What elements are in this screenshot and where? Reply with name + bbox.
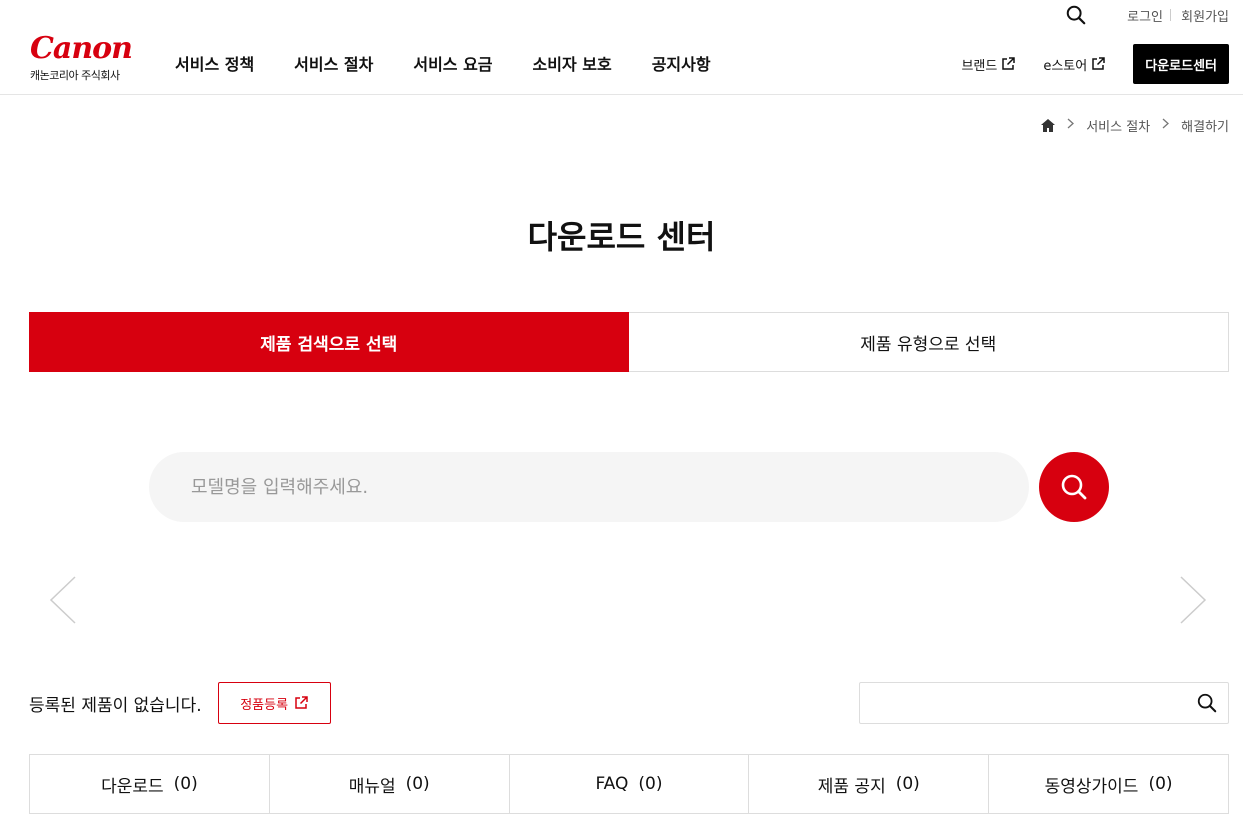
product-registration-button[interactable]: 정품등록	[217, 682, 331, 724]
tab-download[interactable]: 다운로드 (0)	[30, 755, 270, 813]
tab-count: (0)	[895, 774, 920, 794]
page-title: 다운로드 센터	[527, 218, 716, 256]
brand-link[interactable]: 브랜드	[961, 55, 1016, 74]
tab-count: (0)	[173, 774, 198, 794]
tab-label: FAQ	[595, 774, 629, 794]
tab-count: (0)	[638, 774, 663, 794]
logo-subtitle: 캐논코리아 주식회사	[30, 69, 120, 82]
selection-tabs: 제품 검색으로 선택 제품 유형으로 선택	[29, 312, 1229, 372]
tab-search-by-product[interactable]: 제품 검색으로 선택	[29, 312, 629, 372]
tab-faq[interactable]: FAQ (0)	[510, 755, 750, 813]
model-search-box	[149, 452, 1029, 522]
tab-label: 매뉴얼	[348, 776, 396, 797]
tab-count: (0)	[405, 774, 430, 794]
no-product-message: 등록된 제품이 없습니다.	[29, 695, 202, 716]
chevron-left-icon[interactable]	[48, 575, 78, 625]
product-registration-label: 정품등록	[240, 697, 289, 713]
breadcrumb: 서비스 절차 해결하기	[1041, 116, 1229, 135]
content-filter-box	[859, 682, 1229, 724]
join-link[interactable]: 회원가입	[1181, 6, 1229, 25]
canon-logo[interactable]: Canon 캐논코리아 주식회사	[30, 31, 142, 83]
global-navigation: Canon 캐논코리아 주식회사 서비스 정책 서비스 절차 서비스 요금 소비…	[0, 30, 1243, 95]
estore-link[interactable]: e스토어	[1043, 55, 1105, 74]
utility-divider	[1170, 9, 1171, 21]
login-link[interactable]: 로그인	[1127, 6, 1163, 25]
external-link-icon	[295, 696, 308, 709]
brand-link-label: 브랜드	[961, 58, 998, 74]
menu-service-process[interactable]: 서비스 절차	[294, 51, 373, 75]
content-filter-input[interactable]	[860, 683, 1180, 723]
home-icon[interactable]	[1041, 119, 1056, 132]
tab-product-notice[interactable]: 제품 공지 (0)	[749, 755, 990, 813]
utility-bar: 로그인 회원가입	[829, 0, 1229, 30]
chevron-right-icon	[1162, 118, 1170, 133]
logo-wordmark: Canon	[30, 31, 133, 66]
menu-consumer-protection[interactable]: 소비자 보호	[533, 51, 612, 75]
registration-row: 등록된 제품이 없습니다. 정품등록	[29, 682, 331, 724]
external-link-icon	[1092, 57, 1105, 70]
breadcrumb-current: 해결하기	[1181, 120, 1229, 135]
tab-video-guide[interactable]: 동영상가이드 (0)	[989, 755, 1228, 813]
menu-notice[interactable]: 공지사항	[652, 51, 711, 75]
content-tabs: 다운로드 (0) 매뉴얼 (0) FAQ (0) 제품 공지 (0) 동영상가이…	[29, 754, 1229, 814]
estore-link-label: e스토어	[1043, 58, 1088, 74]
main-menu: 서비스 정책 서비스 절차 서비스 요금 소비자 보호 공지사항	[155, 30, 751, 95]
tab-label: 다운로드	[101, 776, 164, 797]
chevron-right-icon	[1067, 118, 1075, 133]
search-icon	[1061, 474, 1087, 500]
tab-select-by-type[interactable]: 제품 유형으로 선택	[628, 312, 1229, 372]
menu-service-fee[interactable]: 서비스 요금	[413, 51, 492, 75]
model-search-button[interactable]	[1039, 452, 1109, 522]
chevron-right-icon[interactable]	[1178, 575, 1208, 625]
breadcrumb-item[interactable]: 서비스 절차	[1086, 116, 1150, 135]
search-icon[interactable]	[1065, 4, 1087, 26]
tab-label: 동영상가이드	[1044, 776, 1139, 797]
gnb-right-links: 브랜드 e스토어 다운로드센터	[961, 44, 1229, 84]
search-icon[interactable]	[1196, 692, 1218, 714]
menu-service-policy[interactable]: 서비스 정책	[175, 51, 254, 75]
download-center-button[interactable]: 다운로드센터	[1133, 44, 1229, 84]
tab-count: (0)	[1148, 774, 1173, 794]
tab-manual[interactable]: 매뉴얼 (0)	[270, 755, 510, 813]
model-search-input[interactable]	[191, 476, 991, 498]
tab-label: 제품 공지	[817, 776, 886, 797]
external-link-icon	[1002, 57, 1016, 70]
